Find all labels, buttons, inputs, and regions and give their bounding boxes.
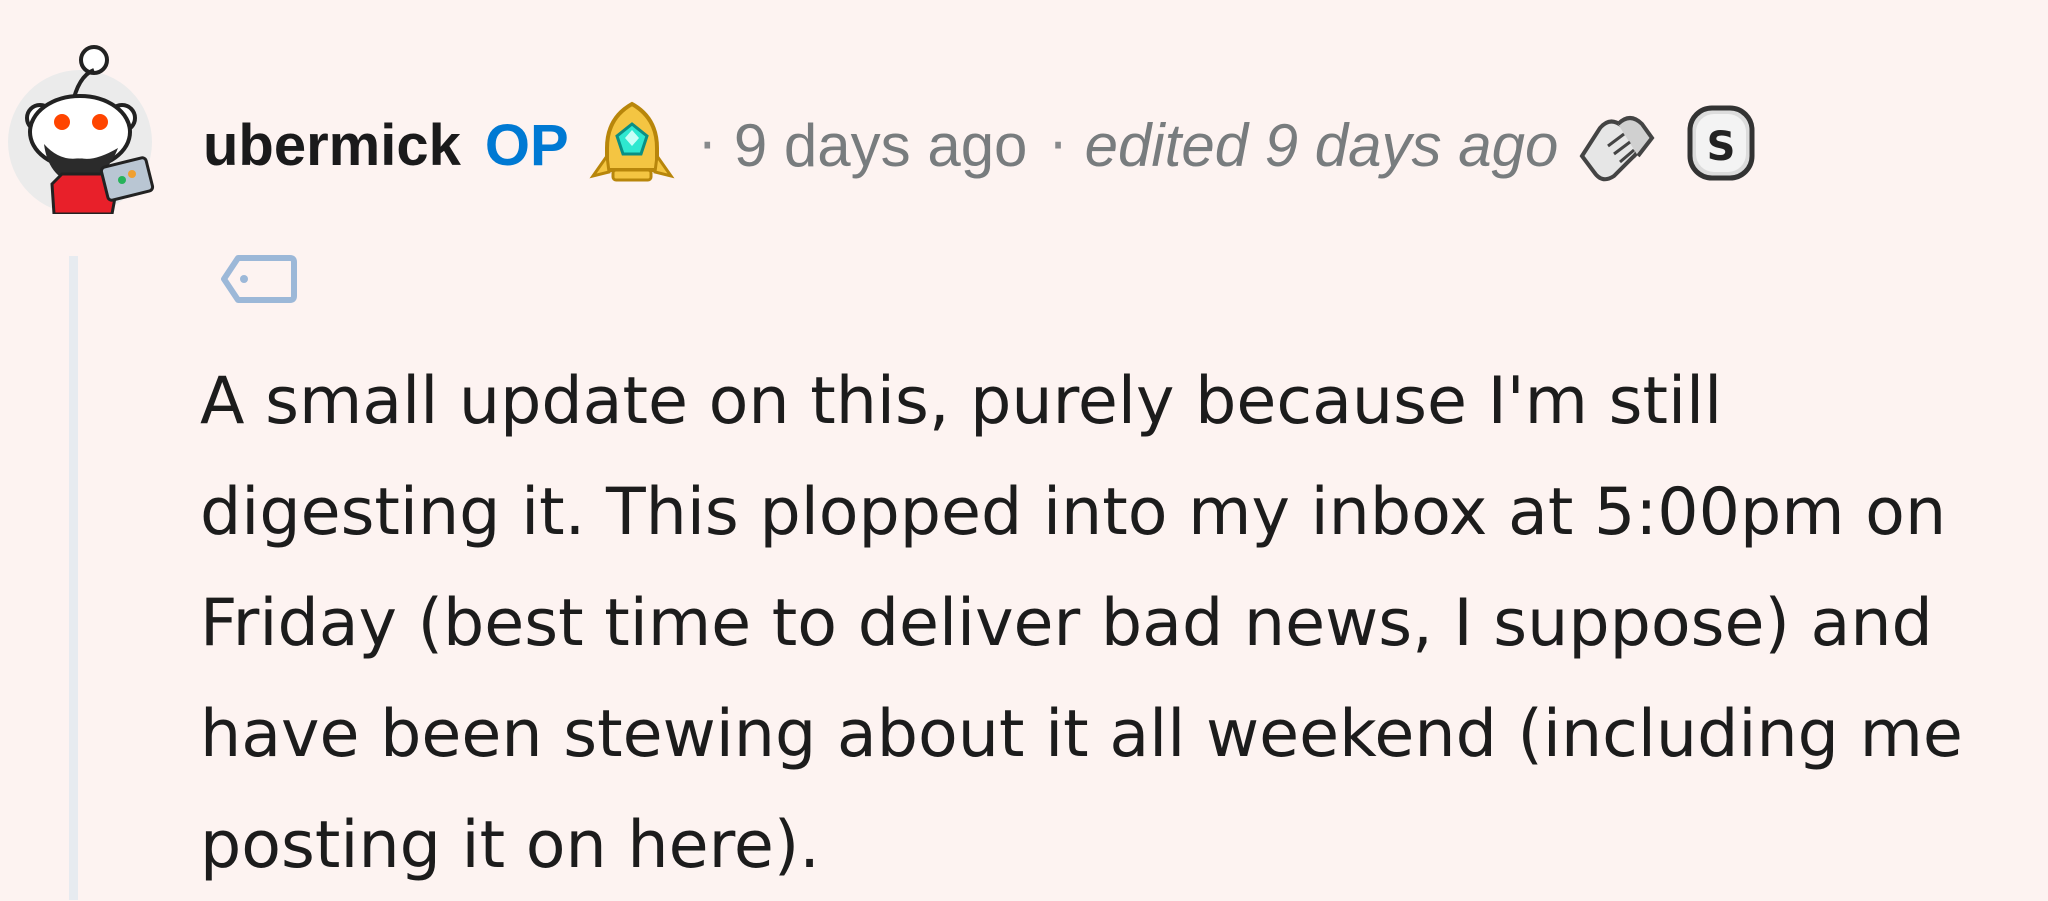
thread-line[interactable] <box>69 256 78 900</box>
svg-text:S: S <box>1707 124 1736 170</box>
timestamp[interactable]: 9 days ago <box>734 111 1028 180</box>
avatar[interactable] <box>4 14 162 216</box>
gem-rocket-award-icon[interactable] <box>587 98 677 192</box>
silver-s-badge-icon[interactable]: S <box>1676 98 1766 192</box>
tag-icon[interactable] <box>220 254 298 308</box>
comment-header: ubermick OP · 9 days ago · edited 9 days… <box>203 100 1766 190</box>
edited-timestamp: edited 9 days ago <box>1084 111 1559 179</box>
comment-body: A small update on this, purely because I… <box>200 364 1963 883</box>
separator: · <box>1049 113 1067 177</box>
op-label: OP <box>484 112 569 178</box>
separator: · <box>698 113 716 177</box>
handshake-badge-icon[interactable] <box>1572 98 1662 192</box>
username[interactable]: ubermick <box>203 112 461 179</box>
